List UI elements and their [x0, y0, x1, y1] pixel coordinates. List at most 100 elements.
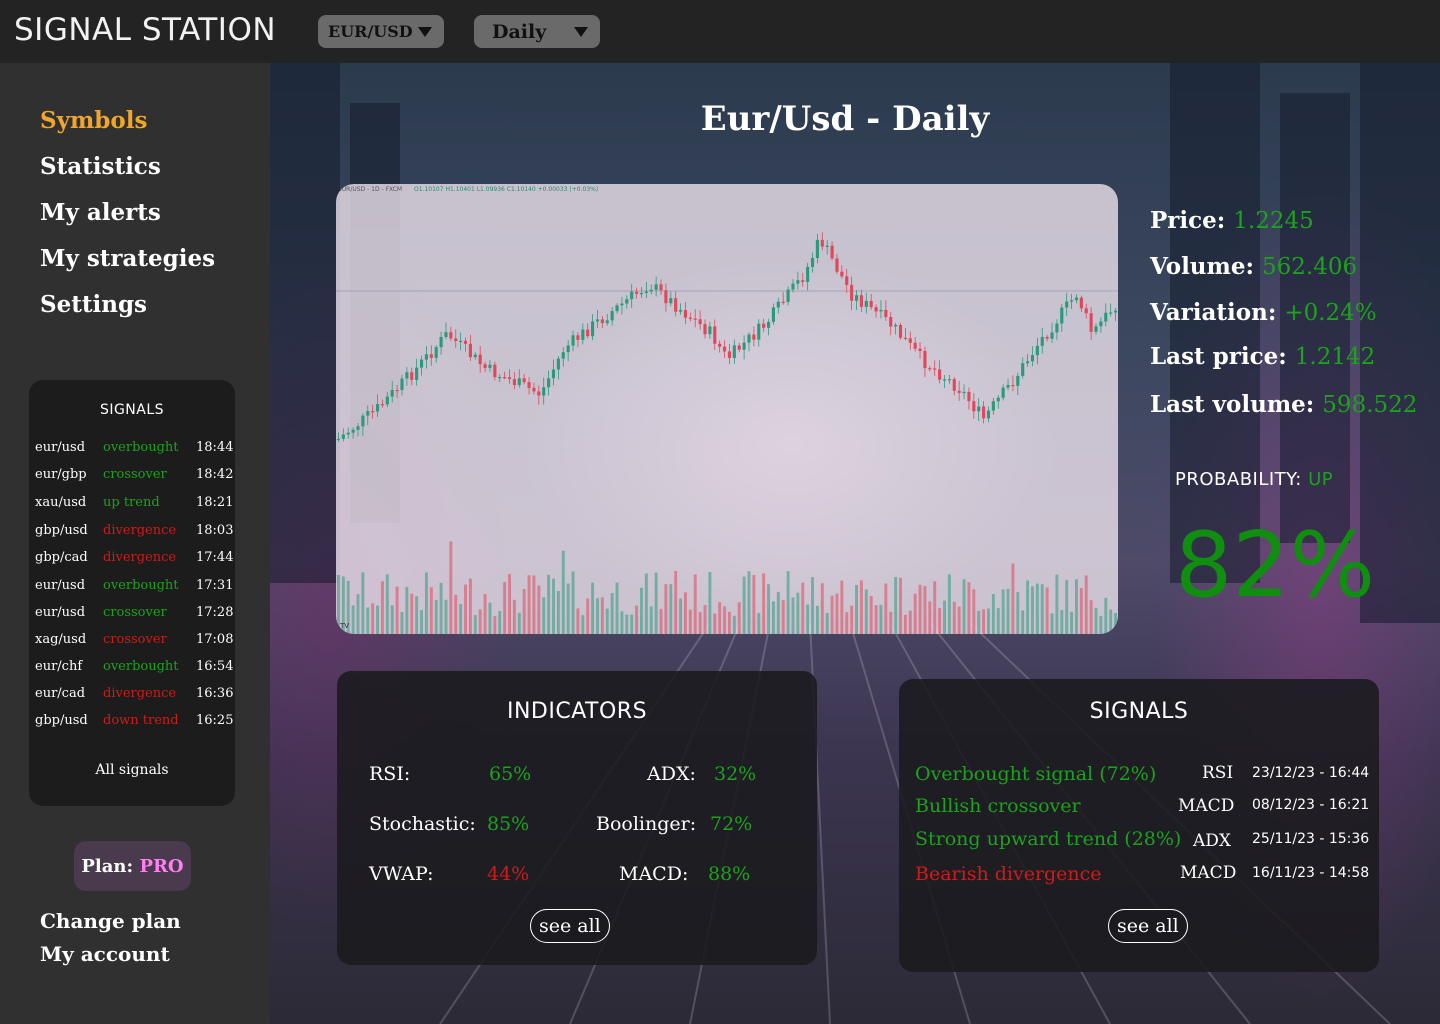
all-signals-link[interactable]: All signals [29, 762, 235, 778]
nav-statistics[interactable]: Statistics [40, 153, 161, 180]
indicator-rsi-label: RSI: [369, 763, 411, 785]
signal-indicator: RSI [1202, 763, 1234, 783]
indicator-adx-label: ADX: [647, 763, 696, 785]
volume-bar [889, 611, 893, 634]
candle-body [1045, 336, 1049, 339]
price-chart[interactable]: EUR/USD - 1D - FXCM O1.10107 H1.10401 L1… [336, 184, 1118, 634]
candle-body [967, 391, 971, 402]
candle-body [747, 334, 751, 343]
candle-body [517, 378, 521, 386]
volume-bar [581, 615, 585, 634]
sidebar-signal-row[interactable]: eur/usd crossover 17:28 [35, 605, 233, 625]
nav-symbols[interactable]: Symbols [40, 107, 147, 134]
nav-settings[interactable]: Settings [40, 291, 147, 318]
volume-bar [405, 586, 409, 634]
nav-my-strategies[interactable]: My strategies [40, 245, 215, 272]
signal-item[interactable]: Strong upward trend (28%) [915, 828, 1181, 850]
sidebar-signal-row[interactable]: eur/usd overbought 18:44 [35, 440, 233, 460]
volume-bar [356, 594, 360, 634]
candle-body [713, 326, 717, 344]
volume-bar [1006, 588, 1010, 634]
my-account-link[interactable]: My account [40, 942, 170, 966]
signal-time: 16:54 [196, 659, 234, 674]
candle-body [346, 432, 350, 435]
volume-bar [781, 600, 785, 634]
candle-body [913, 342, 917, 349]
volume-bar [962, 579, 966, 634]
candle-body [923, 351, 927, 369]
signal-type: overbought [103, 440, 179, 455]
volume-bar [351, 605, 355, 634]
signal-pair: xau/usd [35, 495, 87, 510]
indicators-see-all-button[interactable]: see all [530, 909, 610, 943]
signal-type: overbought [103, 578, 179, 593]
candle-body [395, 389, 399, 392]
stat-variation-label: Variation: [1150, 299, 1277, 326]
timeframe-dropdown[interactable]: Daily [474, 15, 600, 48]
candle-body [361, 415, 365, 427]
candle-body [380, 404, 384, 406]
signal-type: overbought [103, 659, 179, 674]
sidebar-signal-row[interactable]: xag/usd crossover 17:08 [35, 632, 233, 652]
sidebar-signal-row[interactable]: gbp/usd down trend 16:25 [35, 713, 233, 733]
nav-my-alerts[interactable]: My alerts [40, 199, 161, 226]
sidebar-signal-row[interactable]: eur/gbp crossover 18:42 [35, 467, 233, 487]
candle-body [1084, 308, 1088, 314]
candle-body [806, 266, 810, 282]
volume-bar [825, 612, 829, 634]
volume-bar [586, 598, 590, 634]
candle-body [786, 289, 790, 303]
volume-bar [806, 604, 810, 634]
indicator-boolinger-label: Boolinger: [596, 813, 697, 835]
plan-label: Plan: [81, 855, 134, 877]
volume-bar [454, 594, 458, 634]
stat-last-volume-value: 598.522 [1322, 392, 1418, 418]
volume-bar [522, 588, 526, 634]
volume-bar [967, 582, 971, 634]
candle-body [869, 300, 873, 308]
volume-bar [874, 605, 878, 634]
candle-body [874, 307, 878, 312]
candle-body [493, 364, 497, 378]
candle-body [718, 343, 722, 347]
volume-bar [786, 571, 790, 634]
signals-see-all-button[interactable]: see all [1108, 909, 1188, 943]
volume-bar [371, 603, 375, 634]
volume-bar [943, 600, 946, 634]
signal-item[interactable]: Bearish divergence [915, 863, 1102, 885]
candle-body [664, 290, 668, 304]
volume-bar [640, 587, 643, 634]
change-plan-link[interactable]: Change plan [40, 909, 181, 933]
volume-bar [649, 606, 653, 634]
candle-body [1040, 336, 1044, 346]
sidebar-signal-row[interactable]: eur/chf overbought 16:54 [35, 659, 234, 679]
candle-body [1026, 361, 1030, 364]
sidebar-signal-row[interactable]: eur/usd overbought 17:31 [35, 578, 233, 598]
volume-bar [923, 586, 927, 634]
volume-bar [615, 582, 619, 634]
symbol-dropdown[interactable]: EUR/USD [318, 15, 444, 48]
volume-bar [864, 589, 868, 634]
candle-body [801, 280, 805, 282]
sidebar-signal-row[interactable]: gbp/cad divergence 17:44 [35, 550, 234, 570]
candle-body [586, 329, 590, 337]
candle-body [1065, 301, 1069, 308]
sidebar-signal-row[interactable]: gbp/usd divergence 18:03 [35, 523, 233, 543]
candle-body [483, 364, 487, 368]
volume-bar [644, 573, 648, 634]
stat-price-value: 1.2245 [1233, 208, 1314, 234]
signal-time: 17:44 [196, 550, 234, 565]
caret-down-icon [574, 27, 588, 37]
sidebar-signal-row[interactable]: xau/usd up trend 18:21 [35, 495, 233, 515]
candle-body [400, 378, 404, 391]
signal-item[interactable]: Bullish crossover [915, 795, 1081, 817]
sidebar-signal-row[interactable]: eur/cad divergence 16:36 [35, 686, 233, 706]
signal-pair: eur/usd [35, 578, 86, 593]
candle-body [507, 377, 512, 380]
signal-item[interactable]: Overbought signal (72%) [915, 763, 1156, 785]
volume-bar [380, 581, 384, 634]
candle-body [1035, 345, 1039, 356]
signals-sidebar-box: SIGNALS eur/usd overbought 18:44 eur/gbp cro… [29, 380, 235, 806]
volume-bar [801, 582, 805, 634]
volume-bar [791, 597, 795, 634]
